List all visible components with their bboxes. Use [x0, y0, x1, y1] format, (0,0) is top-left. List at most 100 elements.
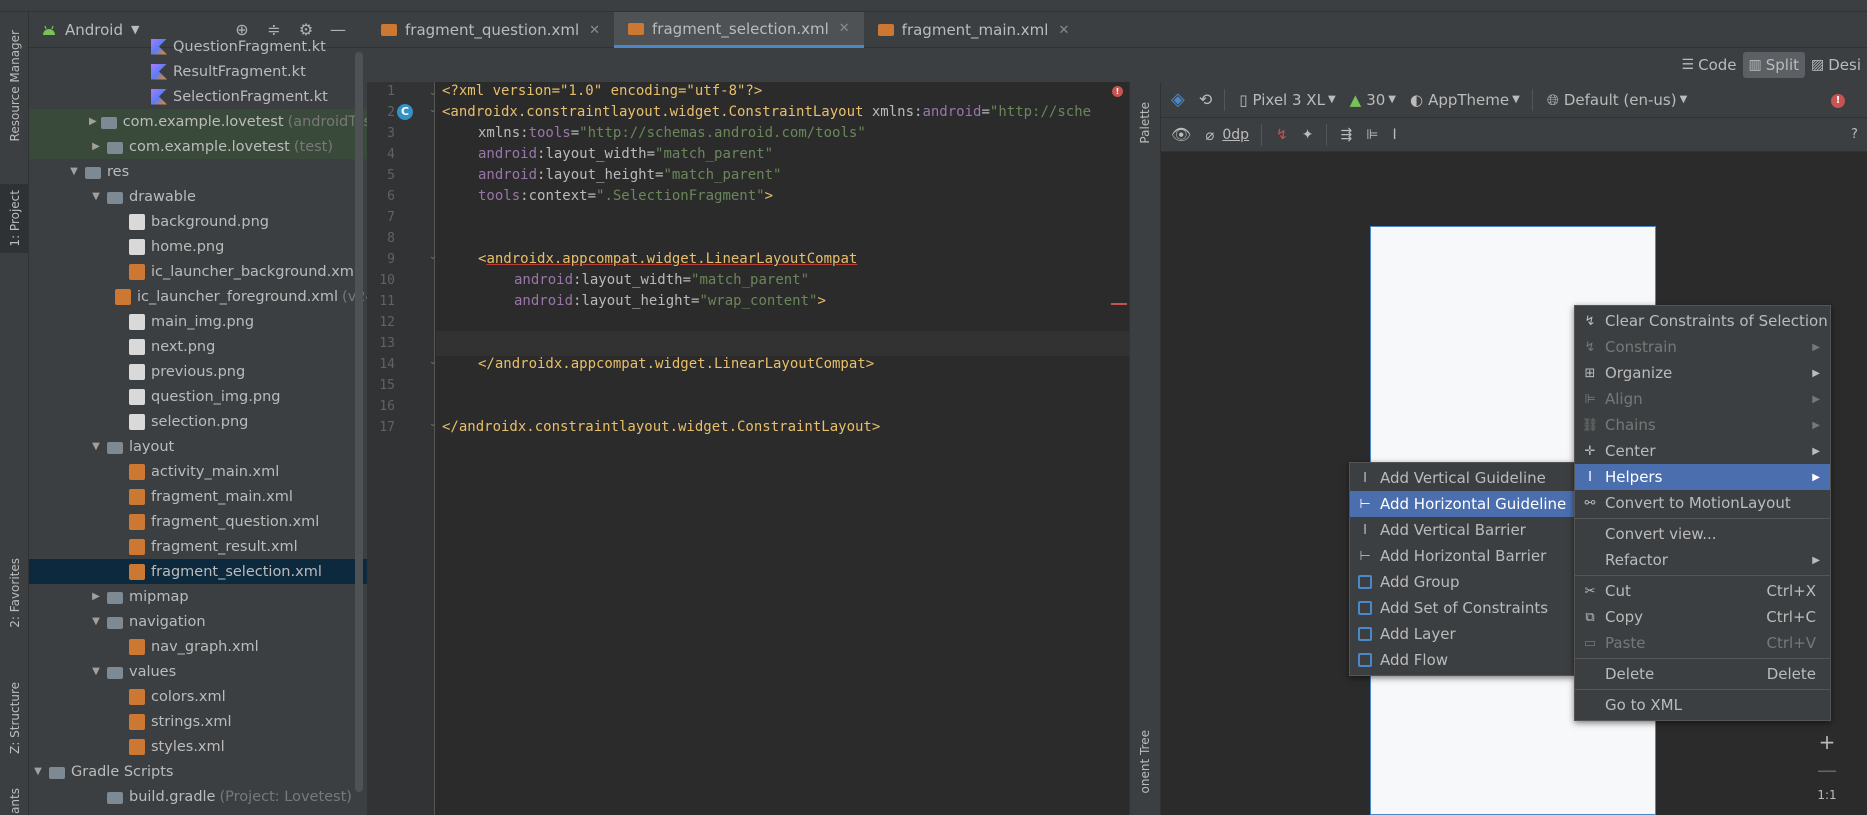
tree-item[interactable]: fragment_question.xml: [29, 509, 367, 534]
tree-item[interactable]: fragment_result.xml: [29, 534, 367, 559]
tree-item[interactable]: ic_launcher_background.xml: [29, 259, 367, 284]
favorites-tool-tab[interactable]: 2: Favorites: [0, 558, 29, 628]
split-mode-button[interactable]: ▥ Split: [1742, 52, 1805, 78]
tree-item[interactable]: QuestionFragment.kt: [29, 34, 367, 59]
collapsed-arrow-icon[interactable]: ▶: [89, 591, 103, 602]
tree-item[interactable]: ▼ Gradle Scripts: [29, 759, 367, 784]
tree-item[interactable]: ▼ navigation: [29, 609, 367, 634]
tree-item[interactable]: next.png: [29, 334, 367, 359]
expanded-arrow-icon[interactable]: ▼: [31, 766, 45, 777]
tree-item[interactable]: ▼ layout: [29, 434, 367, 459]
tree-item[interactable]: home.png: [29, 234, 367, 259]
close-icon[interactable]: ✕: [839, 21, 850, 36]
resource-manager-tab[interactable]: Resource Manager: [0, 30, 29, 141]
menu-item-copy[interactable]: ⧉ Copy Ctrl+C: [1575, 604, 1830, 630]
layers-icon[interactable]: ◈: [1171, 89, 1185, 110]
code-mode-button[interactable]: ☰ Code: [1676, 52, 1743, 78]
editor-tab[interactable]: fragment_main.xml ✕: [864, 12, 1084, 48]
tree-item[interactable]: strings.xml: [29, 709, 367, 734]
tree-item[interactable]: activity_main.xml: [29, 459, 367, 484]
magnet-off-icon[interactable]: ⌀: [1205, 126, 1214, 144]
error-icon[interactable]: !: [1112, 86, 1123, 97]
menu-item-delete[interactable]: Delete Delete: [1575, 661, 1830, 687]
tree-item[interactable]: SelectionFragment.kt: [29, 84, 367, 109]
tree-item[interactable]: colors.xml: [29, 684, 367, 709]
tree-item[interactable]: styles.xml: [29, 734, 367, 759]
help-icon[interactable]: ?: [1851, 127, 1858, 142]
orientation-icon[interactable]: ⟲: [1199, 90, 1212, 109]
tree-item[interactable]: nav_graph.xml: [29, 634, 367, 659]
tree-item[interactable]: ▼ drawable: [29, 184, 367, 209]
helpers-item-add-vertical-guideline[interactable]: Ι Add Vertical Guideline: [1350, 465, 1574, 491]
helpers-item-add-horizontal-guideline[interactable]: ⊢ Add Horizontal Guideline: [1350, 491, 1574, 517]
code-editor[interactable]: <?xml version="1.0" encoding="utf-8"?> <…: [436, 82, 1129, 815]
tree-item[interactable]: fragment_selection.xml: [29, 559, 367, 584]
close-icon[interactable]: ✕: [1058, 23, 1069, 38]
collapsed-arrow-icon[interactable]: ▶: [89, 116, 97, 127]
structure-tool-tab[interactable]: Z: Structure: [0, 682, 29, 754]
menu-item-convert-to-motionlayout[interactable]: ⚯ Convert to MotionLayout: [1575, 490, 1830, 516]
error-stripe-mark[interactable]: [1111, 303, 1127, 305]
tree-item[interactable]: question_img.png: [29, 384, 367, 409]
device-selector[interactable]: ▯ Pixel 3 XL ▼: [1239, 91, 1335, 109]
build-variants-tab[interactable]: ants: [0, 788, 29, 814]
tree-scrollbar[interactable]: [355, 52, 363, 792]
expanded-arrow-icon[interactable]: ▼: [89, 441, 103, 452]
menu-item-helpers[interactable]: Ι Helpers ▶: [1575, 464, 1830, 490]
tree-item[interactable]: ▼ res: [29, 159, 367, 184]
expanded-arrow-icon[interactable]: ▼: [89, 616, 103, 627]
expanded-arrow-icon[interactable]: ▼: [67, 166, 81, 177]
tree-item[interactable]: background.png: [29, 209, 367, 234]
api-selector[interactable]: ▲ 30 ▼: [1350, 91, 1396, 109]
tree-item[interactable]: ▶com.example.lovetest(androidTest): [29, 109, 367, 134]
menu-item-organize[interactable]: ⊞ Organize ▶: [1575, 360, 1830, 386]
default-margin-selector[interactable]: 0dp: [1222, 127, 1249, 143]
collapsed-arrow-icon[interactable]: ▶: [89, 141, 103, 152]
menu-item-convert-view[interactable]: Convert view...: [1575, 521, 1830, 547]
zoom-in-button[interactable]: +: [1819, 730, 1836, 754]
expanded-arrow-icon[interactable]: ▼: [89, 666, 103, 677]
theme-selector[interactable]: ◐ AppTheme ▼: [1410, 91, 1520, 109]
menu-item-refactor[interactable]: Refactor ▶: [1575, 547, 1830, 573]
editor-tab[interactable]: fragment_selection.xml ✕: [614, 12, 864, 48]
class-gutter-icon[interactable]: C: [397, 104, 413, 120]
helpers-item-add-set-of-constraints[interactable]: Add Set of Constraints: [1350, 595, 1574, 621]
menu-item-chains[interactable]: ⛓ Chains ▶: [1575, 412, 1830, 438]
project-tool-tab[interactable]: 1: Project: [0, 184, 29, 253]
infer-constraints-icon[interactable]: ✦: [1302, 127, 1314, 143]
helpers-item-add-vertical-barrier[interactable]: Ι Add Vertical Barrier: [1350, 517, 1574, 543]
tree-item[interactable]: ▶ mipmap: [29, 584, 367, 609]
align-icon[interactable]: ⊫: [1366, 127, 1378, 143]
guidelines-icon[interactable]: Ι: [1392, 127, 1396, 143]
zoom-fit-button[interactable]: 1:1: [1817, 788, 1836, 802]
menu-item-paste[interactable]: ▭ Paste Ctrl+V: [1575, 630, 1830, 656]
menu-item-constrain[interactable]: ↯ Constrain ▶: [1575, 334, 1830, 360]
warning-icon[interactable]: !: [1831, 94, 1845, 108]
design-scrollbar[interactable]: [1853, 152, 1867, 815]
locale-selector[interactable]: 🌐︎ Default (en-us) ▼: [1547, 91, 1687, 109]
helpers-item-add-horizontal-barrier[interactable]: ⊢ Add Horizontal Barrier: [1350, 543, 1574, 569]
expanded-arrow-icon[interactable]: ▼: [89, 191, 103, 202]
tree-item[interactable]: ic_launcher_foreground.xml(v24: [29, 284, 367, 309]
zoom-out-button[interactable]: —: [1817, 758, 1837, 782]
menu-item-cut[interactable]: ✂ Cut Ctrl+X: [1575, 578, 1830, 604]
menu-item-go-to-xml[interactable]: Go to XML: [1575, 692, 1830, 718]
design-mode-button[interactable]: ▨ Desi: [1805, 52, 1867, 78]
eye-icon[interactable]: 👁︎: [1171, 125, 1191, 144]
helpers-item-add-layer[interactable]: Add Layer: [1350, 621, 1574, 647]
tree-item[interactable]: ▶ com.example.lovetest (test): [29, 134, 367, 159]
helpers-item-add-flow[interactable]: Add Flow: [1350, 647, 1574, 673]
tree-item[interactable]: ▼ values: [29, 659, 367, 684]
palette-tab[interactable]: Palette: [1130, 102, 1160, 144]
clear-constraints-icon[interactable]: ↯: [1276, 127, 1288, 143]
editor-tab[interactable]: fragment_question.xml ✕: [367, 12, 614, 48]
tree-item[interactable]: fragment_main.xml: [29, 484, 367, 509]
tree-item[interactable]: selection.png: [29, 409, 367, 434]
pack-icon[interactable]: ⇶: [1341, 127, 1353, 143]
close-icon[interactable]: ✕: [589, 23, 600, 38]
tree-item[interactable]: build.gradle (Project: Lovetest): [29, 784, 367, 809]
tree-item[interactable]: main_img.png: [29, 309, 367, 334]
tree-item[interactable]: previous.png: [29, 359, 367, 384]
component-tree-tab[interactable]: onent Tree: [1130, 730, 1160, 793]
tree-item[interactable]: ResultFragment.kt: [29, 59, 367, 84]
